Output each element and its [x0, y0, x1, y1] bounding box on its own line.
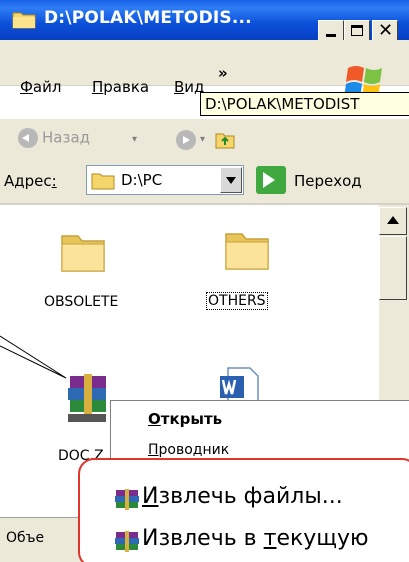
up-folder-icon[interactable] — [214, 128, 236, 150]
minimize-button[interactable] — [318, 20, 344, 42]
folder-icon[interactable] — [58, 228, 108, 274]
extract-here-pre: Извлечь в — [142, 526, 264, 551]
maximize-button[interactable] — [344, 20, 370, 42]
address-label: Адрес: — [4, 172, 57, 190]
folder-icon[interactable] — [222, 226, 272, 272]
extract-files-accel: И — [142, 484, 159, 509]
menu-file[interactable]: Файл — [20, 78, 61, 96]
winrar-archive-icon[interactable] — [66, 370, 110, 426]
menu-edit[interactable]: Правка — [92, 78, 149, 96]
status-text: Объе — [6, 530, 45, 546]
extract-here-item[interactable]: Извлечь в текущую — [142, 526, 369, 551]
ctx-open-item[interactable]: Открыть — [148, 410, 222, 428]
forward-dropdown-icon[interactable]: ▾ — [200, 134, 205, 145]
close-icon: ✕ — [378, 20, 394, 41]
extract-files-label: звлечь файлы... — [158, 484, 343, 509]
address-label-colon: : — [51, 172, 57, 190]
scroll-up-button[interactable] — [379, 207, 407, 235]
file-label-selected[interactable]: OTHERS — [206, 292, 268, 310]
winrar-icon — [115, 489, 139, 510]
winrar-icon — [115, 531, 139, 552]
scroll-thumb[interactable] — [379, 236, 407, 300]
window-title: D:\POLAK\METODIS... — [44, 8, 252, 28]
menu-overflow-chevron[interactable]: » — [218, 64, 228, 82]
address-label-text: Адрес — [4, 172, 52, 190]
ctx-open-accel: О — [148, 410, 161, 428]
ctx-open-label: ткрыть — [160, 410, 223, 428]
file-label[interactable]: OBSOLETE — [44, 294, 118, 310]
minimize-icon — [326, 34, 336, 37]
extract-here-accel: т — [263, 526, 277, 551]
address-dropdown-button[interactable] — [220, 167, 242, 193]
close-button[interactable]: ✕ — [372, 20, 398, 42]
forward-button[interactable] — [176, 130, 196, 150]
folder-icon — [91, 173, 115, 190]
back-dropdown-icon[interactable]: ▾ — [132, 134, 137, 145]
ctx-explorer-label: роводник — [158, 442, 230, 458]
path-tooltip: D:\POLAK\METODIST — [200, 92, 409, 116]
go-button-label[interactable]: Переход — [294, 172, 362, 190]
menu-edit-accel: П — [92, 78, 104, 96]
explorer-window: D:\POLAK\METODIS... ✕ Файл Правка Вид » … — [0, 0, 409, 562]
folder-icon — [12, 12, 36, 29]
ctx-explorer-item[interactable]: Проводник — [148, 442, 229, 458]
menu-view-accel: В — [174, 78, 185, 96]
extract-here-rest: екущую — [276, 526, 369, 551]
extract-files-item[interactable]: Извлечь файлы... — [142, 484, 343, 509]
back-arrow-icon — [18, 128, 38, 148]
address-input[interactable]: D:\PC — [86, 165, 244, 195]
back-button[interactable]: Назад — [18, 128, 90, 148]
ctx-explorer-accel: П — [148, 442, 159, 458]
menu-file-label: айл — [32, 78, 62, 96]
address-value: D:\PC — [121, 171, 163, 189]
menu-edit-label: равка — [103, 78, 150, 96]
menu-file-accel: Ф — [20, 78, 33, 96]
back-label: Назад — [42, 128, 91, 147]
go-arrow-icon[interactable] — [256, 166, 286, 194]
maximize-icon — [351, 25, 363, 36]
